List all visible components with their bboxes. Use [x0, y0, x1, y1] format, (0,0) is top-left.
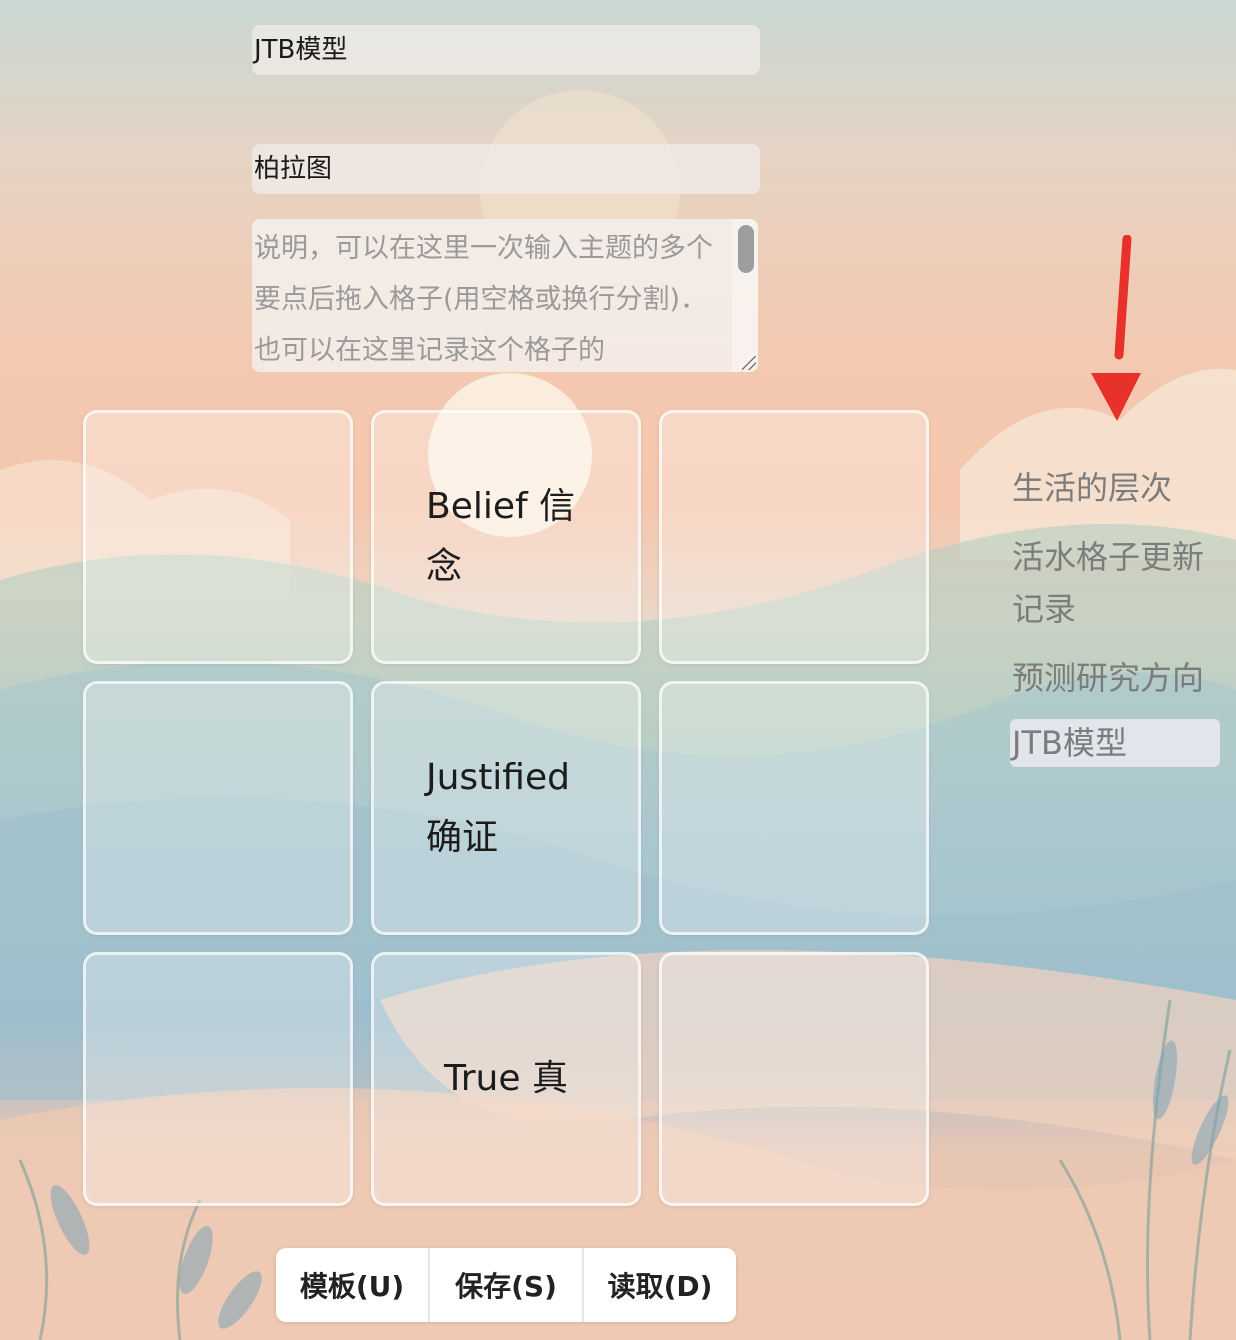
save-button[interactable]: 保存(S): [428, 1248, 582, 1322]
grid-cell-4[interactable]: [83, 681, 353, 935]
load-button[interactable]: 读取(D): [582, 1248, 736, 1322]
topic-subtitle-field[interactable]: 柏拉图: [252, 144, 760, 194]
grid-cell-1[interactable]: [83, 410, 353, 664]
notes-scroll-track[interactable]: [732, 219, 758, 372]
grid-cell-5[interactable]: Justified 确证: [371, 681, 641, 935]
sidebar-list: 生活的层次 活水格子更新记录 预测研究方向 JTB模型: [1010, 460, 1220, 780]
grid-cell-8[interactable]: True 真: [371, 952, 641, 1206]
template-button[interactable]: 模板(U): [276, 1248, 428, 1322]
grid-cell-text: Belief 信念: [426, 486, 576, 587]
resize-handle-icon[interactable]: [742, 356, 756, 370]
sidebar-item-life-levels[interactable]: 生活的层次: [1010, 460, 1220, 516]
notes-textarea[interactable]: 说明，可以在这里一次输入主题的多个要点后拖入格子(用空格或换行分割)．也可以在这…: [252, 219, 758, 372]
grid-cell-text: Justified 确证: [426, 757, 570, 858]
sidebar-item-update-log[interactable]: 活水格子更新记录: [1010, 529, 1220, 637]
grid-cell-9[interactable]: [659, 952, 929, 1206]
topic-title-field[interactable]: JTB模型: [252, 25, 760, 75]
grid-cell-text: True 真: [444, 1058, 568, 1099]
notes-scrollbar[interactable]: [738, 225, 754, 273]
sidebar-item-jtb-model[interactable]: JTB模型: [1010, 719, 1220, 767]
nine-grid: Belief 信念 Justified 确证 True 真: [83, 410, 929, 1206]
sidebar-item-research-direction[interactable]: 预测研究方向: [1010, 650, 1220, 706]
notes-text: 说明，可以在这里一次输入主题的多个要点后拖入格子(用空格或换行分割)．也可以在这…: [254, 233, 713, 366]
grid-cell-7[interactable]: [83, 952, 353, 1206]
grid-cell-6[interactable]: [659, 681, 929, 935]
bottom-toolbar: 模板(U) 保存(S) 读取(D): [276, 1248, 736, 1322]
red-arrow-down-icon: [1091, 235, 1141, 421]
grid-cell-2[interactable]: Belief 信念: [371, 410, 641, 664]
grid-cell-3[interactable]: [659, 410, 929, 664]
